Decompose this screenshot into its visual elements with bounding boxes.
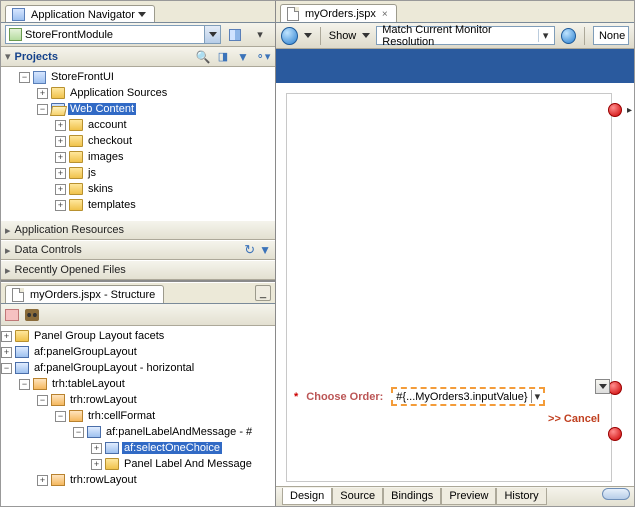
tree-node-folder[interactable]: −Web Content — [1, 101, 275, 117]
accordion-recent-files[interactable]: ▸Recently Opened Files — [1, 260, 275, 280]
component-icon — [69, 410, 83, 422]
resolution-selector[interactable]: Match Current Monitor Resolution ▾ — [376, 26, 555, 45]
chevron-down-icon: ▾ — [538, 29, 552, 42]
error-badge-icon — [608, 381, 622, 395]
tree-node-folder[interactable]: +js — [1, 165, 275, 181]
project-icon — [33, 71, 46, 84]
refresh-globe-icon[interactable] — [561, 28, 576, 44]
chevron-down-icon[interactable] — [204, 26, 220, 43]
minimize-button[interactable]: _ — [255, 285, 271, 301]
find-icon[interactable] — [25, 309, 39, 321]
tree-node-folder[interactable]: +checkout — [1, 133, 275, 149]
tree-node-folder[interactable]: +skins — [1, 181, 275, 197]
filter-working-set-button[interactable]: ◨ — [215, 49, 231, 65]
module-selector[interactable]: StoreFrontModule — [5, 25, 221, 44]
tree-node[interactable]: +trh:rowLayout — [1, 472, 275, 488]
file-icon — [12, 288, 24, 302]
folder-icon — [69, 199, 83, 211]
chevron-down-icon — [138, 12, 146, 17]
tree-node[interactable]: +af:panelGroupLayout — [1, 344, 275, 360]
component-icon — [87, 426, 101, 438]
tree-node-project[interactable]: −StoreFrontUI — [1, 69, 275, 85]
error-badge-icon — [608, 427, 622, 441]
bottom-tab-preview[interactable]: Preview — [441, 488, 496, 505]
folder-icon — [69, 135, 83, 147]
tree-node-folder[interactable]: +account — [1, 117, 275, 133]
required-icon: * — [294, 391, 298, 403]
chevron-down-icon[interactable] — [362, 33, 370, 38]
tree-node[interactable]: −trh:rowLayout — [1, 392, 275, 408]
tab-structure[interactable]: myOrders.jspx - Structure — [5, 285, 164, 303]
close-icon[interactable]: × — [382, 9, 388, 20]
jspx-file-icon — [287, 7, 299, 21]
editor-tab[interactable]: myOrders.jspx × — [280, 4, 397, 22]
tab-app-navigator[interactable]: Application Navigator — [5, 5, 155, 22]
folder-icon — [69, 167, 83, 179]
chevron-down-icon: ▾ — [531, 390, 541, 403]
tree-node-selected[interactable]: +af:selectOneChoice — [1, 440, 275, 456]
tab-label: Application Navigator — [31, 9, 135, 21]
bottom-tab-bindings[interactable]: Bindings — [383, 488, 441, 505]
show-label: Show — [329, 30, 357, 42]
accordion-app-resources[interactable]: ▸Application Resources — [1, 220, 275, 240]
tree-node-folder[interactable]: +Application Sources — [1, 85, 275, 101]
folder-open-icon — [51, 103, 65, 115]
component-icon — [51, 474, 65, 486]
cancel-link[interactable]: >> Cancel — [548, 413, 600, 425]
component-icon — [15, 362, 29, 374]
tree-node[interactable]: +Panel Label And Message — [1, 456, 275, 472]
folder-icon — [69, 183, 83, 195]
switch-view-button[interactable] — [224, 25, 246, 45]
tree-node[interactable]: −trh:tableLayout — [1, 376, 275, 392]
projects-tree: −StoreFrontUI +Application Sources −Web … — [1, 67, 275, 220]
none-selector[interactable]: None — [593, 26, 629, 45]
refresh-icon[interactable]: ↻ — [244, 242, 255, 258]
tree-node[interactable]: −af:panelGroupLayout - horizontal — [1, 360, 275, 376]
zoom-slider[interactable] — [602, 488, 630, 500]
filter-icon[interactable]: ▼ — [259, 243, 271, 257]
form-label: Choose Order: — [306, 391, 383, 403]
structure-tree: +Panel Group Layout facets +af:panelGrou… — [1, 326, 275, 506]
tab-label: myOrders.jspx - Structure — [30, 289, 155, 301]
design-canvas[interactable]: ▸ * Choose Order: #{...MyOrders3.inputVa… — [276, 49, 634, 506]
tree-node[interactable]: −trh:cellFormat — [1, 408, 275, 424]
editor-tab-label: myOrders.jspx — [305, 8, 376, 20]
folder-icon — [51, 87, 65, 99]
module-icon — [9, 28, 22, 41]
module-name: StoreFrontModule — [25, 29, 201, 41]
select-one-choice[interactable]: #{...MyOrders3.inputValue} ▾ — [391, 387, 545, 406]
bottom-tab-source[interactable]: Source — [332, 488, 383, 505]
bottom-tab-history[interactable]: History — [496, 488, 546, 505]
filter-icon[interactable]: ▼ — [235, 49, 251, 65]
folder-icon — [15, 330, 29, 342]
app-navigator-icon — [12, 8, 25, 21]
folder-icon — [105, 458, 119, 470]
error-badge-icon — [608, 103, 622, 117]
tree-node-folder[interactable]: +templates — [1, 197, 275, 213]
globe-icon[interactable] — [281, 27, 298, 45]
folder-icon — [69, 151, 83, 163]
expand-arrow-icon[interactable]: ▸ — [627, 105, 632, 116]
search-icon[interactable]: 🔍 — [195, 49, 211, 65]
new-icon[interactable] — [5, 309, 19, 321]
chevron-down-icon[interactable] — [304, 33, 312, 38]
component-icon — [105, 442, 119, 454]
bottom-tab-design[interactable]: Design — [282, 488, 332, 505]
component-icon — [51, 394, 65, 406]
menu-button[interactable]: ▾ — [249, 25, 271, 45]
component-icon — [15, 346, 29, 358]
tree-node-folder[interactable]: +images — [1, 149, 275, 165]
component-icon — [33, 378, 47, 390]
tree-node[interactable]: −af:panelLabelAndMessage - # — [1, 424, 275, 440]
tree-node[interactable]: +Panel Group Layout facets — [1, 328, 275, 344]
options-button[interactable]: ⚬▾ — [255, 49, 271, 65]
accordion-data-controls[interactable]: ▸Data Controls↻▼ — [1, 240, 275, 260]
folder-icon — [69, 119, 83, 131]
projects-title: Projects — [15, 51, 191, 63]
